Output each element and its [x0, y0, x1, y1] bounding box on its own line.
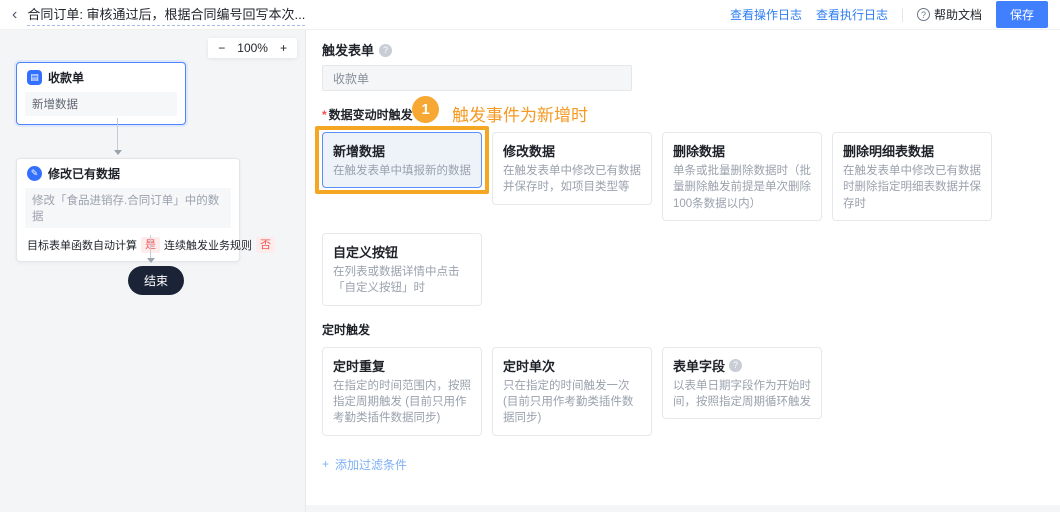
node-modify-data[interactable]: ✎ 修改已有数据 修改「食品进销存.合同订单」中的数据 目标表单函数自动计算 是… [16, 158, 240, 262]
zoom-in-button[interactable]: + [280, 41, 287, 55]
connector-arrow [117, 118, 118, 154]
help-label: 帮助文档 [934, 6, 982, 23]
trigger-config-panel: 触发表单 ? *数据变动时触发 新增数据 在触发表单中填报新的数据 修改数据 在… [306, 30, 1060, 505]
end-node[interactable]: 结束 [128, 266, 184, 295]
edit-icon: ✎ [27, 166, 42, 181]
card-new-data[interactable]: 新增数据 在触发表单中填报新的数据 [322, 132, 482, 188]
timer-cards-row: 定时重复 在指定的时间范围内，按照指定周期触发 (目前只用作考勤类插件数据同步)… [322, 347, 1040, 436]
zoom-control: − 100% + [208, 38, 297, 58]
execution-log-link[interactable]: 查看执行日志 [816, 6, 888, 23]
node-event: 新增数据 [25, 92, 177, 116]
trigger-form-input[interactable] [322, 65, 632, 91]
card-modify-data[interactable]: 修改数据 在触发表单中修改已有数据并保存时，如项目类型等 [492, 132, 652, 205]
info-icon[interactable]: ? [379, 44, 392, 57]
card-delete-data[interactable]: 删除数据 单条或批量删除数据时（批量删除触发前提是单次删除100条数据以内） [662, 132, 822, 221]
data-change-cards-row1: 新增数据 在触发表单中填报新的数据 修改数据 在触发表单中修改已有数据并保存时，… [322, 132, 1040, 221]
section-timer-label: 定时触发 [322, 322, 1040, 339]
node-settings-row: 目标表单函数自动计算 是 连续触发业务规则 否 [17, 236, 239, 261]
zoom-level: 100% [237, 41, 268, 55]
trigger-form-label: 触发表单 ? [322, 42, 1040, 59]
help-doc-link[interactable]: ? 帮助文档 [917, 6, 982, 23]
operation-log-link[interactable]: 查看操作日志 [730, 6, 802, 23]
card-custom-button[interactable]: 自定义按钮 在列表或数据详情中点击「自定义按钮」时 [322, 233, 482, 306]
card-timer-once[interactable]: 定时单次 只在指定的时间触发一次 (目前只用作考勤类插件数据同步) [492, 347, 652, 436]
node-title: 收款单 [48, 69, 84, 86]
info-icon[interactable]: ? [729, 359, 742, 372]
node-description: 修改「食品进销存.合同订单」中的数据 [25, 188, 231, 228]
node-title: 修改已有数据 [48, 165, 120, 182]
calc-label: 目标表单函数自动计算 [27, 237, 137, 253]
card-delete-subform-data[interactable]: 删除明细表数据 在触发表单中修改已有数据时删除指定明细表数据并保存时 [832, 132, 992, 221]
form-icon: ▤ [27, 70, 42, 85]
header-divider [902, 8, 903, 22]
app-window: ‹ 合同订单: 审核通过后，根据合同编号回写本次... 查看操作日志 查看执行日… [0, 0, 1060, 512]
main-column: 触发表单 ? *数据变动时触发 新增数据 在触发表单中填报新的数据 修改数据 在… [306, 30, 1060, 512]
page-title[interactable]: 合同订单: 审核通过后，根据合同编号回写本次... [27, 4, 305, 26]
annotation-text: 触发事件为新增时 [452, 101, 588, 126]
workflow-canvas: − 100% + ▤ 收款单 新增数据 ✎ 修改已有数据 修改「食品进销存.合同… [0, 30, 306, 512]
card-form-field[interactable]: 表单字段 ? 以表单日期字段作为开始时间，按照指定周期循环触发 [662, 347, 822, 420]
rule-value-badge: 否 [256, 237, 275, 253]
required-mark: * [322, 108, 327, 122]
data-change-cards-row2: 自定义按钮 在列表或数据详情中点击「自定义按钮」时 [322, 233, 1040, 306]
back-icon[interactable]: ‹ [12, 7, 17, 23]
top-header: ‹ 合同订单: 审核通过后，根据合同编号回写本次... 查看操作日志 查看执行日… [0, 0, 1060, 30]
card-timer-repeat[interactable]: 定时重复 在指定的时间范围内，按照指定周期触发 (目前只用作考勤类插件数据同步) [322, 347, 482, 436]
save-button[interactable]: 保存 [996, 1, 1048, 28]
rule-label: 连续触发业务规则 [164, 237, 252, 253]
node-receipt-form[interactable]: ▤ 收款单 新增数据 [16, 62, 186, 125]
add-filter-link[interactable]: + 添加过滤条件 [322, 456, 1040, 473]
help-icon: ? [917, 8, 930, 21]
plus-icon: + [322, 457, 329, 471]
header-actions: 查看操作日志 查看执行日志 ? 帮助文档 保存 [730, 1, 1048, 28]
annotation-step-number: 1 [412, 96, 439, 123]
connector-arrow [150, 235, 151, 262]
zoom-out-button[interactable]: − [218, 41, 225, 55]
